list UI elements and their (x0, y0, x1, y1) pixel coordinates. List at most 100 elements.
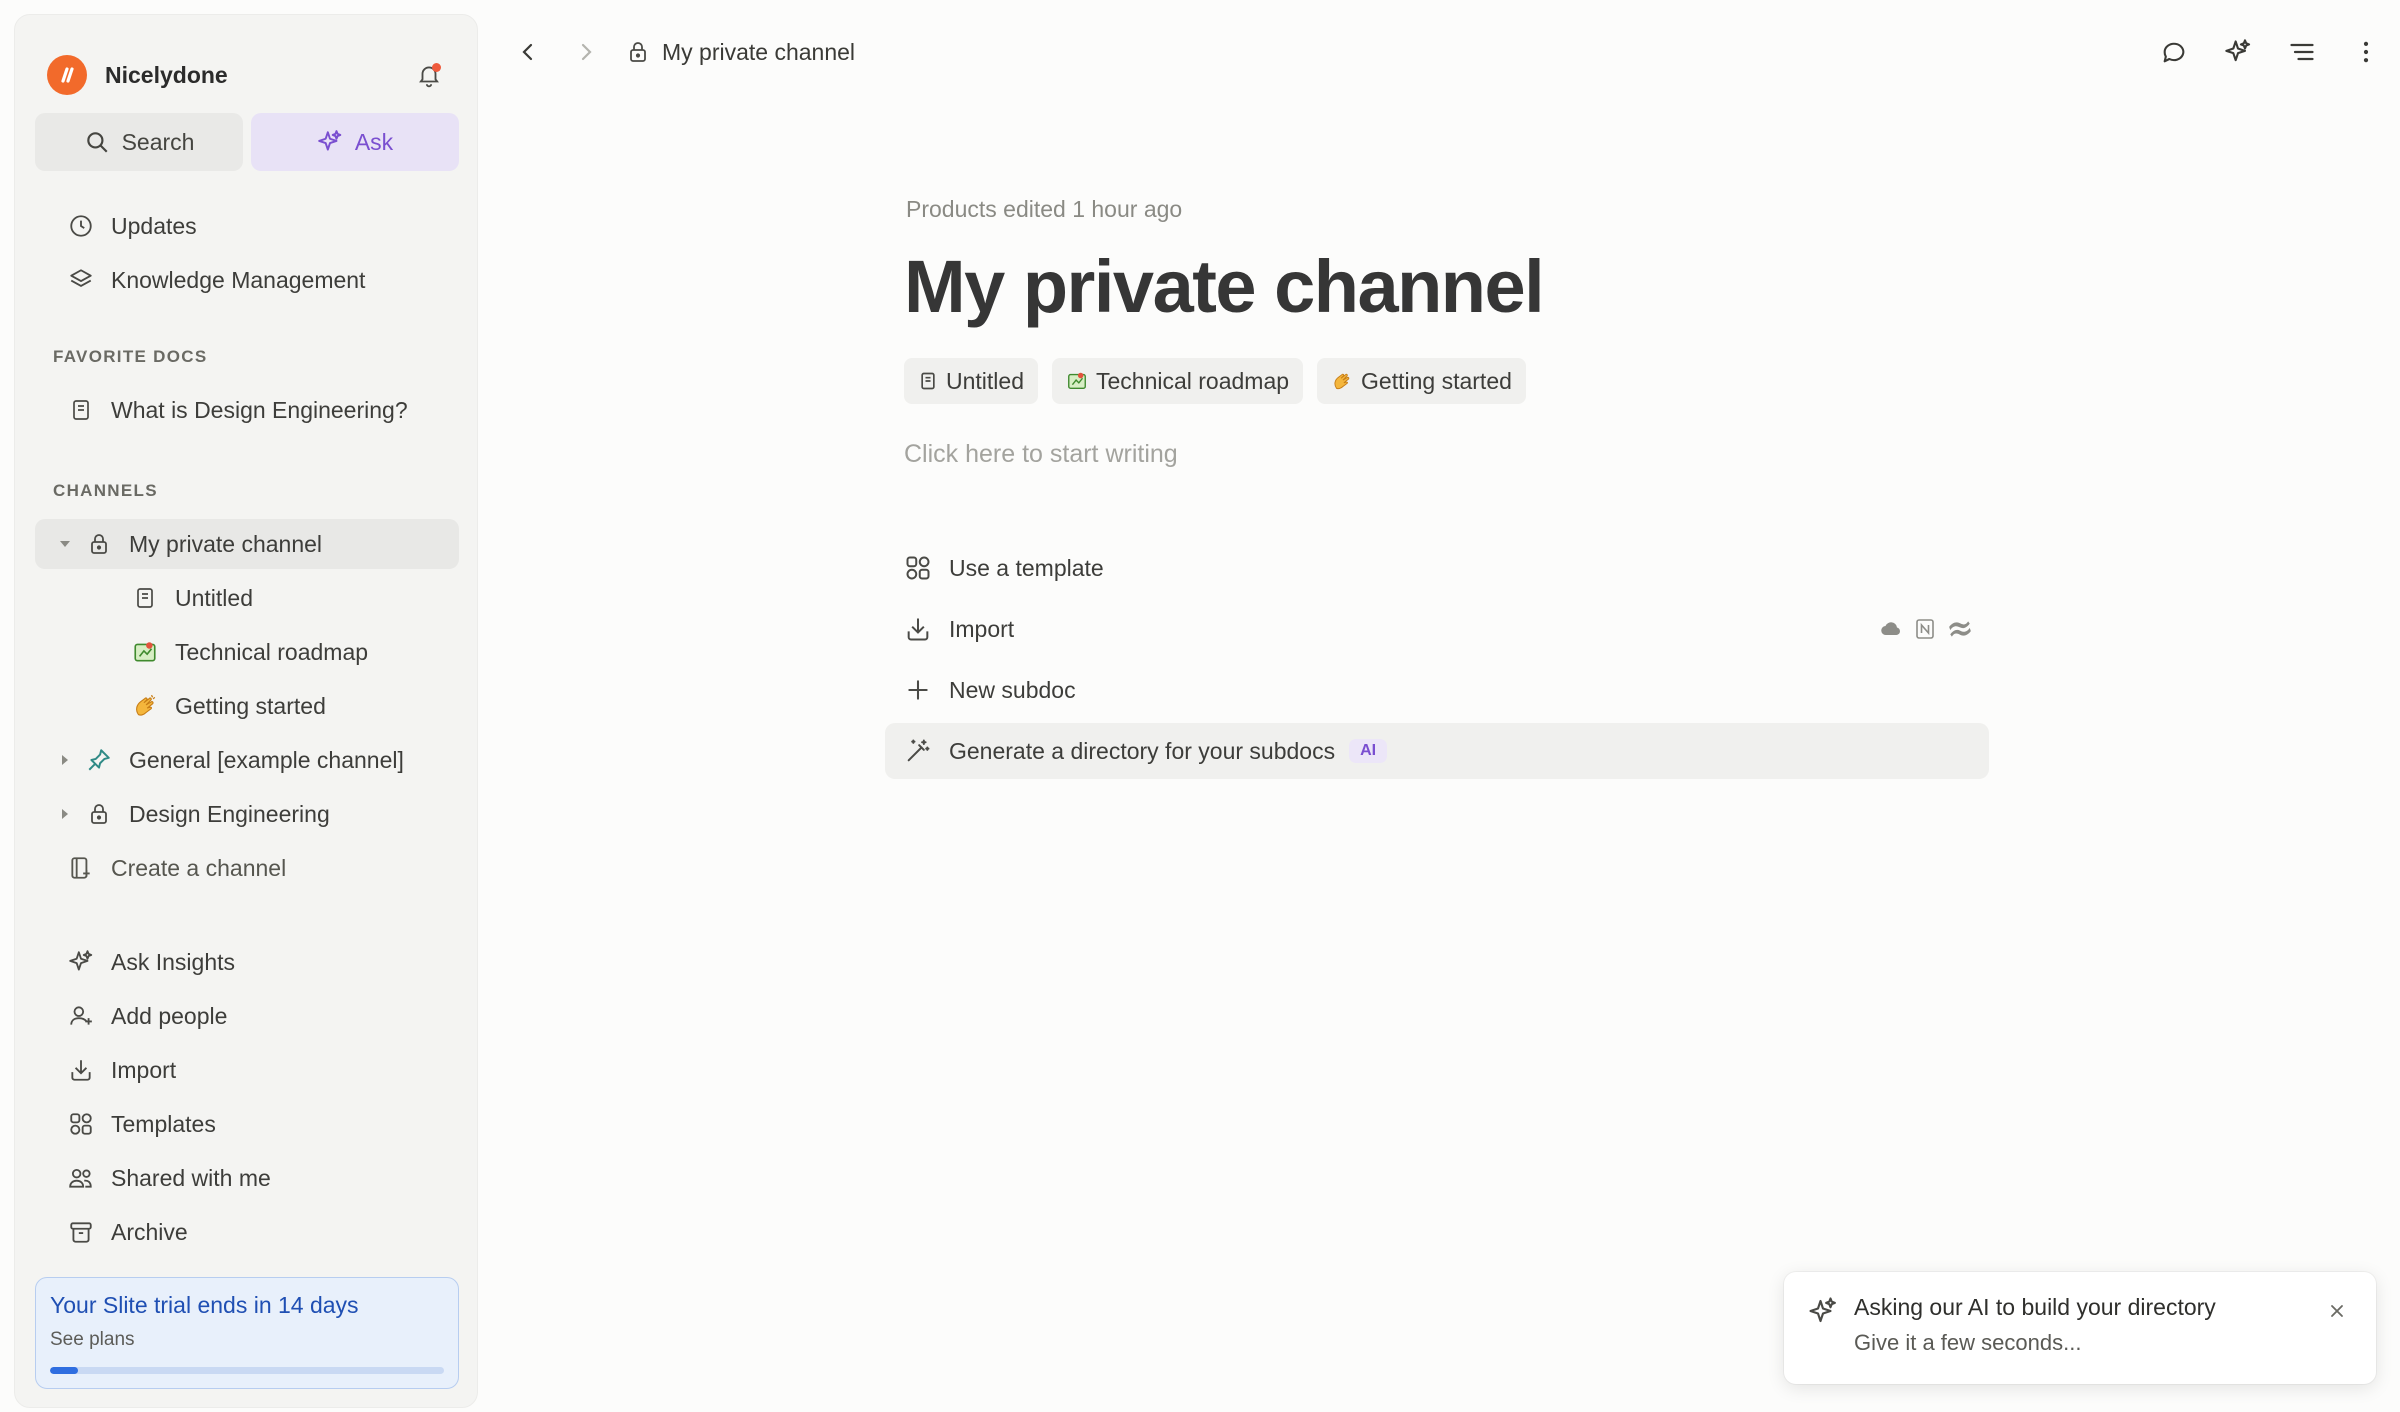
magic-wand-icon (903, 736, 933, 766)
create-channel-button[interactable]: Create a channel (35, 843, 459, 893)
action-label: Use a template (949, 554, 1104, 581)
sidebar-item-label: Design Engineering (129, 800, 330, 827)
sidebar-item-templates[interactable]: Templates (35, 1099, 459, 1149)
caret-down-icon[interactable] (57, 537, 73, 551)
new-subdoc-action[interactable]: New subdoc (885, 662, 1989, 718)
lock-icon (630, 42, 646, 62)
sidebar-item-label: Technical roadmap (175, 638, 369, 665)
sidebar-item-knowledge-management[interactable]: Knowledge Management (35, 255, 459, 305)
chip-label: Untitled (946, 367, 1024, 394)
caret-right-icon[interactable] (57, 753, 73, 767)
forward-button[interactable] (566, 32, 606, 72)
more-vertical-icon (2363, 41, 2369, 63)
subdoc-chips: Untitled Technical roadmap Getting start… (904, 358, 1526, 404)
templates-icon (903, 553, 933, 583)
action-label: New subdoc (949, 676, 1076, 703)
map-icon (1068, 372, 1086, 390)
sidebar-item-updates[interactable]: Updates (35, 201, 459, 251)
sidebar-item-label: Shared with me (111, 1164, 271, 1191)
edited-meta: Products edited 1 hour ago (906, 196, 1183, 222)
close-icon[interactable] (2322, 1296, 2352, 1326)
sidebar-channel-design-engineering[interactable]: Design Engineering (35, 789, 459, 839)
import-sources (1879, 616, 1973, 642)
sidebar-channel-general[interactable]: General [example channel] (35, 735, 459, 785)
sidebar-channel-my-private-channel[interactable]: My private channel (35, 519, 459, 569)
sidebar-item-shared-with-me[interactable]: Shared with me (35, 1153, 459, 1203)
ask-button[interactable]: Ask (251, 113, 459, 171)
sidebar-item-label: Knowledge Management (111, 266, 366, 293)
pin-icon (85, 746, 113, 774)
notifications-bell-icon[interactable] (409, 55, 449, 95)
trial-title: Your Slite trial ends in 14 days (50, 1292, 359, 1318)
sidebar-item-ask-insights[interactable]: Ask Insights (35, 937, 459, 987)
toast-subtitle: Give it a few seconds... (1854, 1330, 2082, 1355)
lock-icon (85, 530, 113, 558)
sparkle-icon (1808, 1296, 1838, 1326)
import-action[interactable]: Import (885, 601, 1989, 657)
notification-dot (432, 63, 441, 72)
workspace-header: Nicelydone (47, 53, 449, 97)
sidebar-item-label: Archive (111, 1218, 188, 1245)
channels-heading: CHANNELS (53, 481, 158, 500)
ai-assistant-button[interactable] (2218, 32, 2258, 72)
notion-icon (1916, 619, 1934, 639)
ai-toast: Asking our AI to build your directory Gi… (1784, 1272, 2376, 1384)
sidebar-item-label: Ask Insights (111, 948, 235, 975)
trial-banner[interactable]: Your Slite trial ends in 14 days See pla… (35, 1277, 459, 1389)
more-options-button[interactable] (2346, 32, 2386, 72)
comments-button[interactable] (2154, 32, 2194, 72)
map-icon (131, 638, 159, 666)
action-label: Import (949, 615, 1015, 642)
sidebar-item-label: Untitled (175, 584, 253, 611)
sidebar-item-label: General [example channel] (129, 746, 404, 773)
search-button-label: Search (121, 128, 195, 155)
sidebar-item-label: Import (111, 1056, 177, 1083)
favorite-docs-heading: FAVORITE DOCS (53, 347, 208, 366)
caret-right-icon[interactable] (57, 807, 73, 821)
trial-progress-bar (50, 1367, 444, 1374)
ai-badge: AI (1349, 739, 1388, 763)
sidebar-item-label: Create a channel (111, 854, 287, 881)
sidebar-item-label: Add people (111, 1002, 228, 1029)
plus-icon (903, 675, 933, 705)
sidebar-subdoc-getting-started[interactable]: Getting started (35, 681, 459, 731)
sidebar-item-import[interactable]: Import (35, 1045, 459, 1095)
workspace-logo[interactable] (47, 55, 87, 95)
sparkle-icon (318, 130, 342, 151)
sidebar-item-archive[interactable]: Archive (35, 1207, 459, 1257)
subdoc-chip-technical-roadmap[interactable]: Technical roadmap (1051, 358, 1304, 404)
table-of-contents-button[interactable] (2282, 32, 2322, 72)
sidebar: Nicelydone Search Ask Updates Knowledge … (14, 14, 478, 1408)
subdoc-chip-getting-started[interactable]: Getting started (1317, 358, 1526, 404)
breadcrumb-label: My private channel (662, 38, 856, 65)
layers-icon (67, 266, 95, 294)
sparkle-icon (2225, 39, 2251, 62)
search-button[interactable]: Search (35, 113, 243, 171)
toast-title: Asking our AI to build your directory (1854, 1294, 2216, 1320)
document-icon (921, 372, 935, 390)
sidebar-item-favorite-doc[interactable]: What is Design Engineering? (35, 385, 459, 435)
search-icon (86, 132, 108, 153)
page-title[interactable]: My private channel (904, 244, 1545, 329)
sidebar-item-add-people[interactable]: Add people (35, 991, 459, 1041)
archive-icon (67, 1218, 95, 1246)
workspace-name[interactable]: Nicelydone (105, 62, 228, 89)
document-icon (131, 584, 159, 612)
generate-directory-action[interactable]: Generate a directory for your subdocs AI (885, 723, 1989, 779)
see-plans-link[interactable]: See plans (50, 1329, 444, 1351)
sidebar-subdoc-technical-roadmap[interactable]: Technical roadmap (35, 627, 459, 677)
trial-progress-fill (50, 1367, 78, 1374)
subdoc-chip-untitled[interactable]: Untitled (904, 358, 1038, 404)
chip-label: Getting started (1361, 367, 1512, 394)
editor-placeholder[interactable]: Click here to start writing (904, 440, 1178, 469)
sidebar-item-label: What is Design Engineering? (111, 396, 408, 423)
back-button[interactable] (508, 32, 548, 72)
breadcrumb[interactable]: My private channel (626, 34, 855, 70)
sidebar-subdoc-untitled[interactable]: Untitled (35, 573, 459, 623)
cloud-icon (1881, 622, 1900, 636)
use-template-action[interactable]: Use a template (885, 540, 1989, 596)
sparkle-icon (67, 948, 95, 976)
people-icon (67, 1164, 95, 1192)
create-channel-icon (67, 854, 95, 882)
sidebar-item-label: My private channel (129, 530, 323, 557)
